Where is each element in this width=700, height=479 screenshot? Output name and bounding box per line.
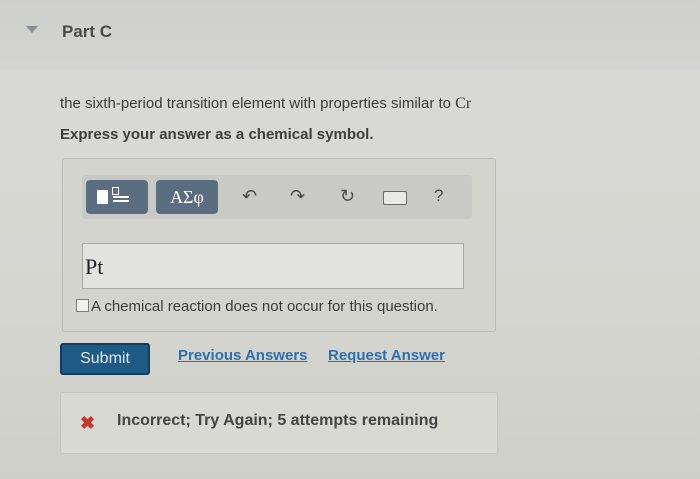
no-reaction-option[interactable]: A chemical reaction does not occur for t… — [76, 298, 438, 315]
template-equals-icon — [113, 196, 129, 198]
answer-input[interactable]: Pt — [82, 243, 464, 289]
keyboard-icon[interactable] — [383, 191, 407, 205]
request-answer-link[interactable]: Request Answer — [328, 347, 445, 364]
submit-button[interactable]: Submit — [60, 343, 150, 375]
incorrect-x-icon: ✖ — [80, 413, 96, 433]
template-small-box — [112, 187, 119, 195]
template-icon — [97, 190, 108, 204]
template-button[interactable] — [86, 180, 148, 214]
answer-instruction: Express your answer as a chemical symbol… — [60, 126, 374, 143]
undo-icon[interactable]: ↶ — [242, 185, 257, 207]
reset-icon[interactable]: ↻ — [340, 185, 355, 207]
feedback-message: Incorrect; Try Again; 5 attempts remaini… — [117, 412, 439, 429]
math-toolbar: ΑΣφ ↶ ↷ ↻ ? — [82, 175, 472, 219]
question-body: the sixth-period transition element with… — [60, 95, 456, 112]
question-text: the sixth-period transition element with… — [60, 95, 471, 113]
question-symbol: Cr — [455, 95, 472, 112]
no-reaction-label: A chemical reaction does not occur for t… — [91, 298, 438, 315]
part-header[interactable]: Part C — [0, 0, 700, 70]
no-reaction-checkbox[interactable] — [76, 299, 89, 312]
greek-symbols-button[interactable]: ΑΣφ — [156, 180, 218, 214]
previous-answers-link[interactable]: Previous Answers — [178, 347, 308, 364]
part-title: Part C — [62, 22, 113, 41]
redo-icon[interactable]: ↷ — [290, 185, 305, 207]
caret-down-icon[interactable] — [26, 26, 38, 33]
help-button[interactable]: ? — [434, 185, 443, 207]
